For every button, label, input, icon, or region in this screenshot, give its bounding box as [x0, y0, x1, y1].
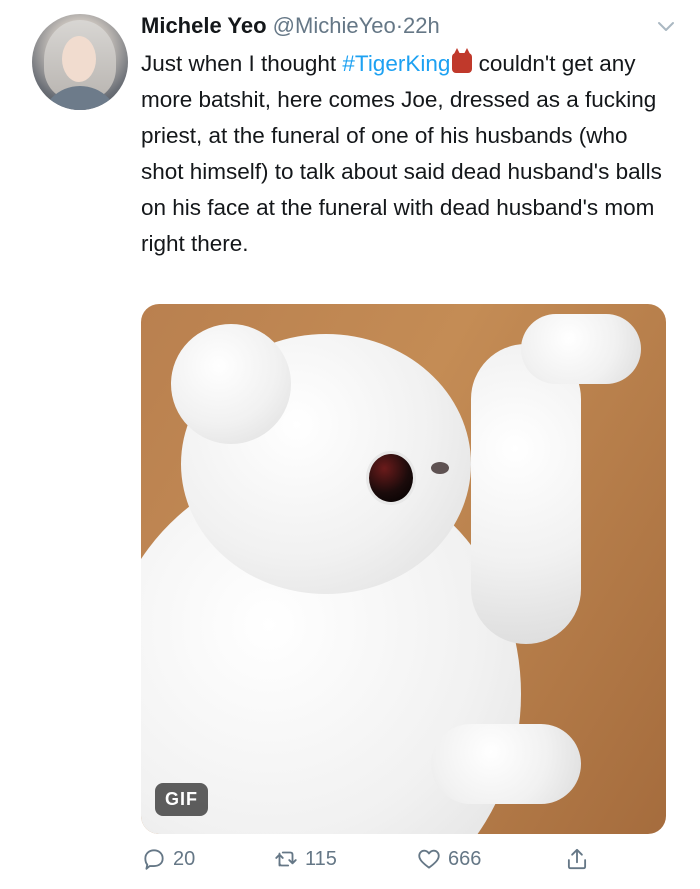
like-icon [418, 849, 440, 869]
creature-nose [431, 462, 449, 474]
avatar[interactable] [32, 14, 128, 110]
gif-badge: GIF [155, 783, 208, 816]
tweet-text: Just when I thought #TigerKing couldn't … [141, 46, 671, 262]
hashtag-link[interactable]: #TigerKing [342, 51, 450, 76]
retweet-button[interactable]: 115 [273, 846, 337, 872]
devil-emoji-icon [452, 48, 473, 73]
tweet-media-gif[interactable]: GIF [141, 304, 666, 834]
tweet-text-before: Just when I thought [141, 51, 343, 76]
author-handle[interactable]: @MichieYeo [273, 13, 396, 38]
reply-icon [144, 849, 164, 870]
like-count: 666 [448, 847, 482, 870]
retweet-count: 115 [305, 847, 337, 870]
tweet-time[interactable]: 22h [403, 13, 440, 38]
meta-separator: · [395, 13, 404, 38]
reply-button[interactable]: 20 [141, 846, 195, 872]
avatar-face [62, 36, 96, 82]
tweet-header: Michele Yeo @MichieYeo·22h [141, 12, 660, 40]
creature-arm-raised [471, 344, 581, 644]
tweet-text-after: couldn't get any more batshit, here come… [141, 51, 662, 256]
creature-hand-lower [431, 724, 581, 804]
creature-hand-raised [521, 314, 641, 384]
share-button[interactable] [564, 846, 596, 872]
like-button[interactable]: 666 [416, 846, 481, 872]
creature-eye [369, 454, 413, 502]
share-icon [567, 848, 587, 870]
reply-count: 20 [173, 847, 196, 870]
chevron-down-icon[interactable] [654, 14, 678, 38]
tweet-actions: 20 115 666 [141, 846, 641, 882]
creature-ear [171, 324, 291, 444]
author-name[interactable]: Michele Yeo [141, 13, 267, 38]
retweet-icon [275, 851, 297, 867]
